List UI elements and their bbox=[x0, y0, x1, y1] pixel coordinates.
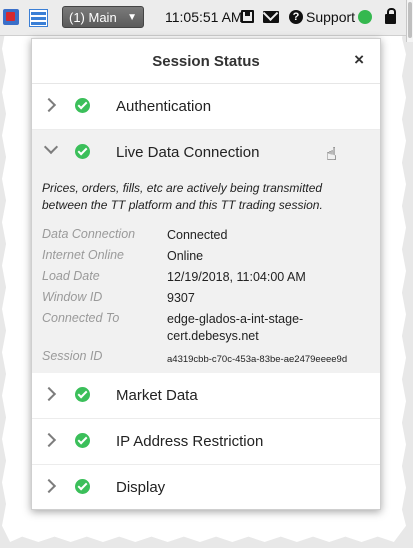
detail-value: 12/19/2018, 11:04:00 AM bbox=[167, 270, 306, 284]
check-circle-icon bbox=[75, 433, 90, 448]
app-icon[interactable] bbox=[3, 9, 19, 25]
dialog-title: Session Status bbox=[152, 53, 260, 70]
grid-icon[interactable] bbox=[29, 9, 48, 27]
pointer-hand-icon: ☝ bbox=[326, 144, 337, 164]
dialog-header: Session Status × bbox=[32, 39, 380, 84]
row-display[interactable]: Display bbox=[32, 465, 380, 510]
connection-description: Prices, orders, fills, etc are actively … bbox=[42, 181, 323, 212]
lock-icon[interactable] bbox=[385, 8, 396, 24]
row-label: IP Address Restriction bbox=[116, 433, 264, 450]
detail-value: Connected bbox=[167, 228, 228, 242]
row-label: Live Data Connection bbox=[116, 144, 260, 161]
check-circle-icon bbox=[75, 387, 90, 402]
row-ip-address-restriction[interactable]: IP Address Restriction bbox=[32, 419, 380, 465]
detail-key: Window ID bbox=[42, 290, 103, 304]
chevron-down-icon: ▼ bbox=[127, 12, 137, 23]
row-label: Display bbox=[116, 479, 166, 496]
chevron-right-icon[interactable] bbox=[41, 386, 57, 402]
help-icon[interactable]: ? bbox=[289, 10, 303, 24]
row-live-data-connection[interactable]: Live Data Connection ☝ Prices, orders, f… bbox=[32, 130, 380, 373]
check-circle-icon bbox=[75, 98, 90, 113]
detail-value: 9307 bbox=[167, 291, 195, 305]
workspace-select-value: (1) Main bbox=[69, 10, 117, 25]
save-icon[interactable] bbox=[241, 10, 254, 23]
top-toolbar: (1) Main ▼ 11:05:51 AM ? Support bbox=[0, 0, 413, 42]
chevron-down-icon[interactable] bbox=[43, 139, 59, 155]
session-status-dialog: Session Status × Authentication Live Dat… bbox=[31, 38, 381, 510]
clock: 11:05:51 AM bbox=[165, 9, 243, 25]
row-authentication[interactable]: Authentication bbox=[32, 84, 380, 130]
scrollbar[interactable] bbox=[406, 0, 413, 42]
detail-key: Load Date bbox=[42, 269, 100, 283]
chevron-right-icon[interactable] bbox=[41, 478, 57, 494]
detail-key: Data Connection bbox=[42, 227, 136, 241]
detail-value: Online bbox=[167, 249, 204, 263]
workspace-select[interactable]: (1) Main ▼ bbox=[62, 6, 144, 28]
mail-icon[interactable] bbox=[263, 11, 279, 23]
connection-status-icon[interactable] bbox=[358, 10, 372, 24]
chevron-right-icon[interactable] bbox=[41, 97, 57, 113]
close-button[interactable]: × bbox=[354, 51, 364, 69]
chevron-right-icon[interactable] bbox=[41, 432, 57, 448]
detail-value: a4319cbb-c70c-453a-83be-ae2479eeee9d bbox=[167, 354, 348, 365]
row-market-data[interactable]: Market Data bbox=[32, 373, 380, 419]
detail-value: edge-glados-a-int-stage-cert.debesys.net bbox=[167, 312, 304, 343]
detail-key: Connected To bbox=[42, 311, 120, 325]
check-circle-icon bbox=[75, 479, 90, 494]
check-circle-icon bbox=[75, 144, 90, 159]
row-label: Authentication bbox=[116, 98, 212, 115]
support-link[interactable]: Support bbox=[306, 9, 355, 25]
detail-key: Session ID bbox=[42, 349, 103, 363]
detail-key: Internet Online bbox=[42, 248, 124, 262]
row-label: Market Data bbox=[116, 387, 198, 404]
